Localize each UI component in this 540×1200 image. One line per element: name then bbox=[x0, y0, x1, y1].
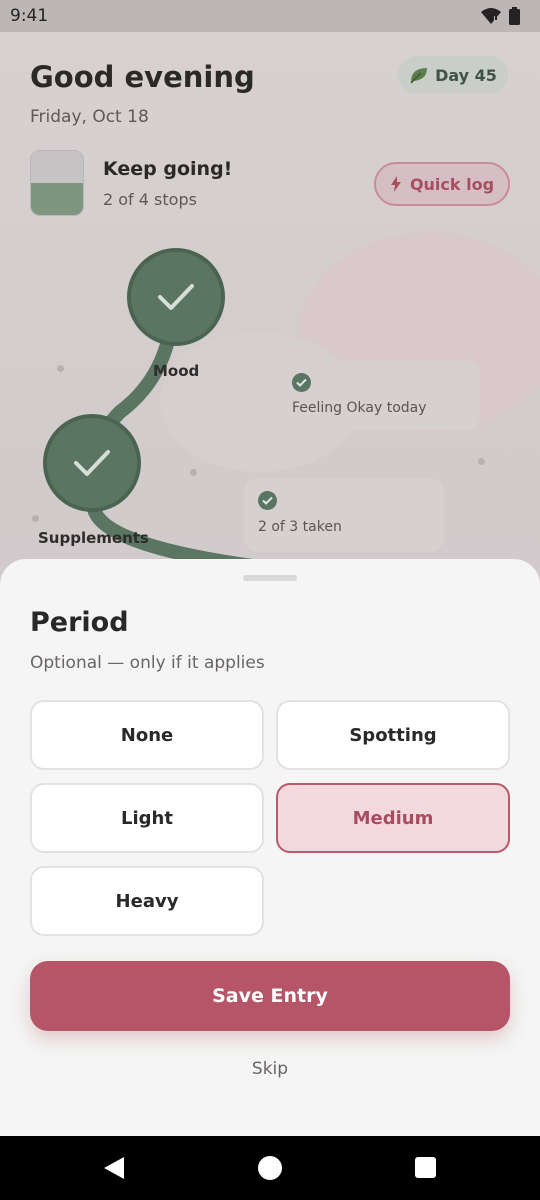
option-light[interactable]: Light bbox=[30, 783, 264, 853]
supplements-detail-card[interactable]: 2 of 3 taken bbox=[244, 478, 444, 552]
sheet-title: Period bbox=[30, 607, 129, 638]
battery-icon bbox=[509, 7, 520, 25]
decor-dot bbox=[57, 365, 64, 372]
status-bar: 9:41 bbox=[0, 0, 540, 32]
status-icons bbox=[481, 7, 520, 25]
journey-stop-label: Mood bbox=[153, 362, 200, 380]
system-nav-bar bbox=[0, 1136, 540, 1200]
skip-button[interactable]: Skip bbox=[0, 1059, 540, 1079]
journey-stop-mood[interactable] bbox=[127, 248, 225, 346]
back-icon[interactable] bbox=[103, 1156, 125, 1180]
save-entry-button[interactable]: Save Entry bbox=[30, 961, 510, 1031]
journey-stop-label: Supplements bbox=[38, 529, 149, 547]
decor-dot bbox=[32, 515, 39, 522]
option-spotting[interactable]: Spotting bbox=[276, 700, 510, 770]
check-circle-icon bbox=[258, 491, 277, 510]
home-icon[interactable] bbox=[258, 1156, 282, 1180]
status-time: 9:41 bbox=[10, 6, 49, 26]
check-icon bbox=[158, 284, 194, 310]
supplements-detail-text: 2 of 3 taken bbox=[258, 519, 342, 535]
option-heavy[interactable]: Heavy bbox=[30, 866, 264, 936]
mood-detail-card[interactable]: Feeling Okay today bbox=[278, 360, 480, 430]
sheet-subtitle: Optional — only if it applies bbox=[30, 653, 265, 673]
option-medium[interactable]: Medium bbox=[276, 783, 510, 853]
recents-icon[interactable] bbox=[415, 1157, 436, 1178]
check-circle-icon bbox=[292, 373, 311, 392]
wifi-icon bbox=[481, 8, 501, 24]
decor-dot bbox=[478, 458, 485, 465]
mood-detail-text: Feeling Okay today bbox=[292, 400, 427, 416]
check-icon bbox=[74, 450, 110, 476]
decor-dot bbox=[190, 469, 197, 476]
journey-stop-supplements[interactable] bbox=[43, 414, 141, 512]
option-none[interactable]: None bbox=[30, 700, 264, 770]
drag-handle[interactable] bbox=[243, 575, 297, 581]
period-bottom-sheet: Period Optional — only if it applies Non… bbox=[0, 559, 540, 1136]
